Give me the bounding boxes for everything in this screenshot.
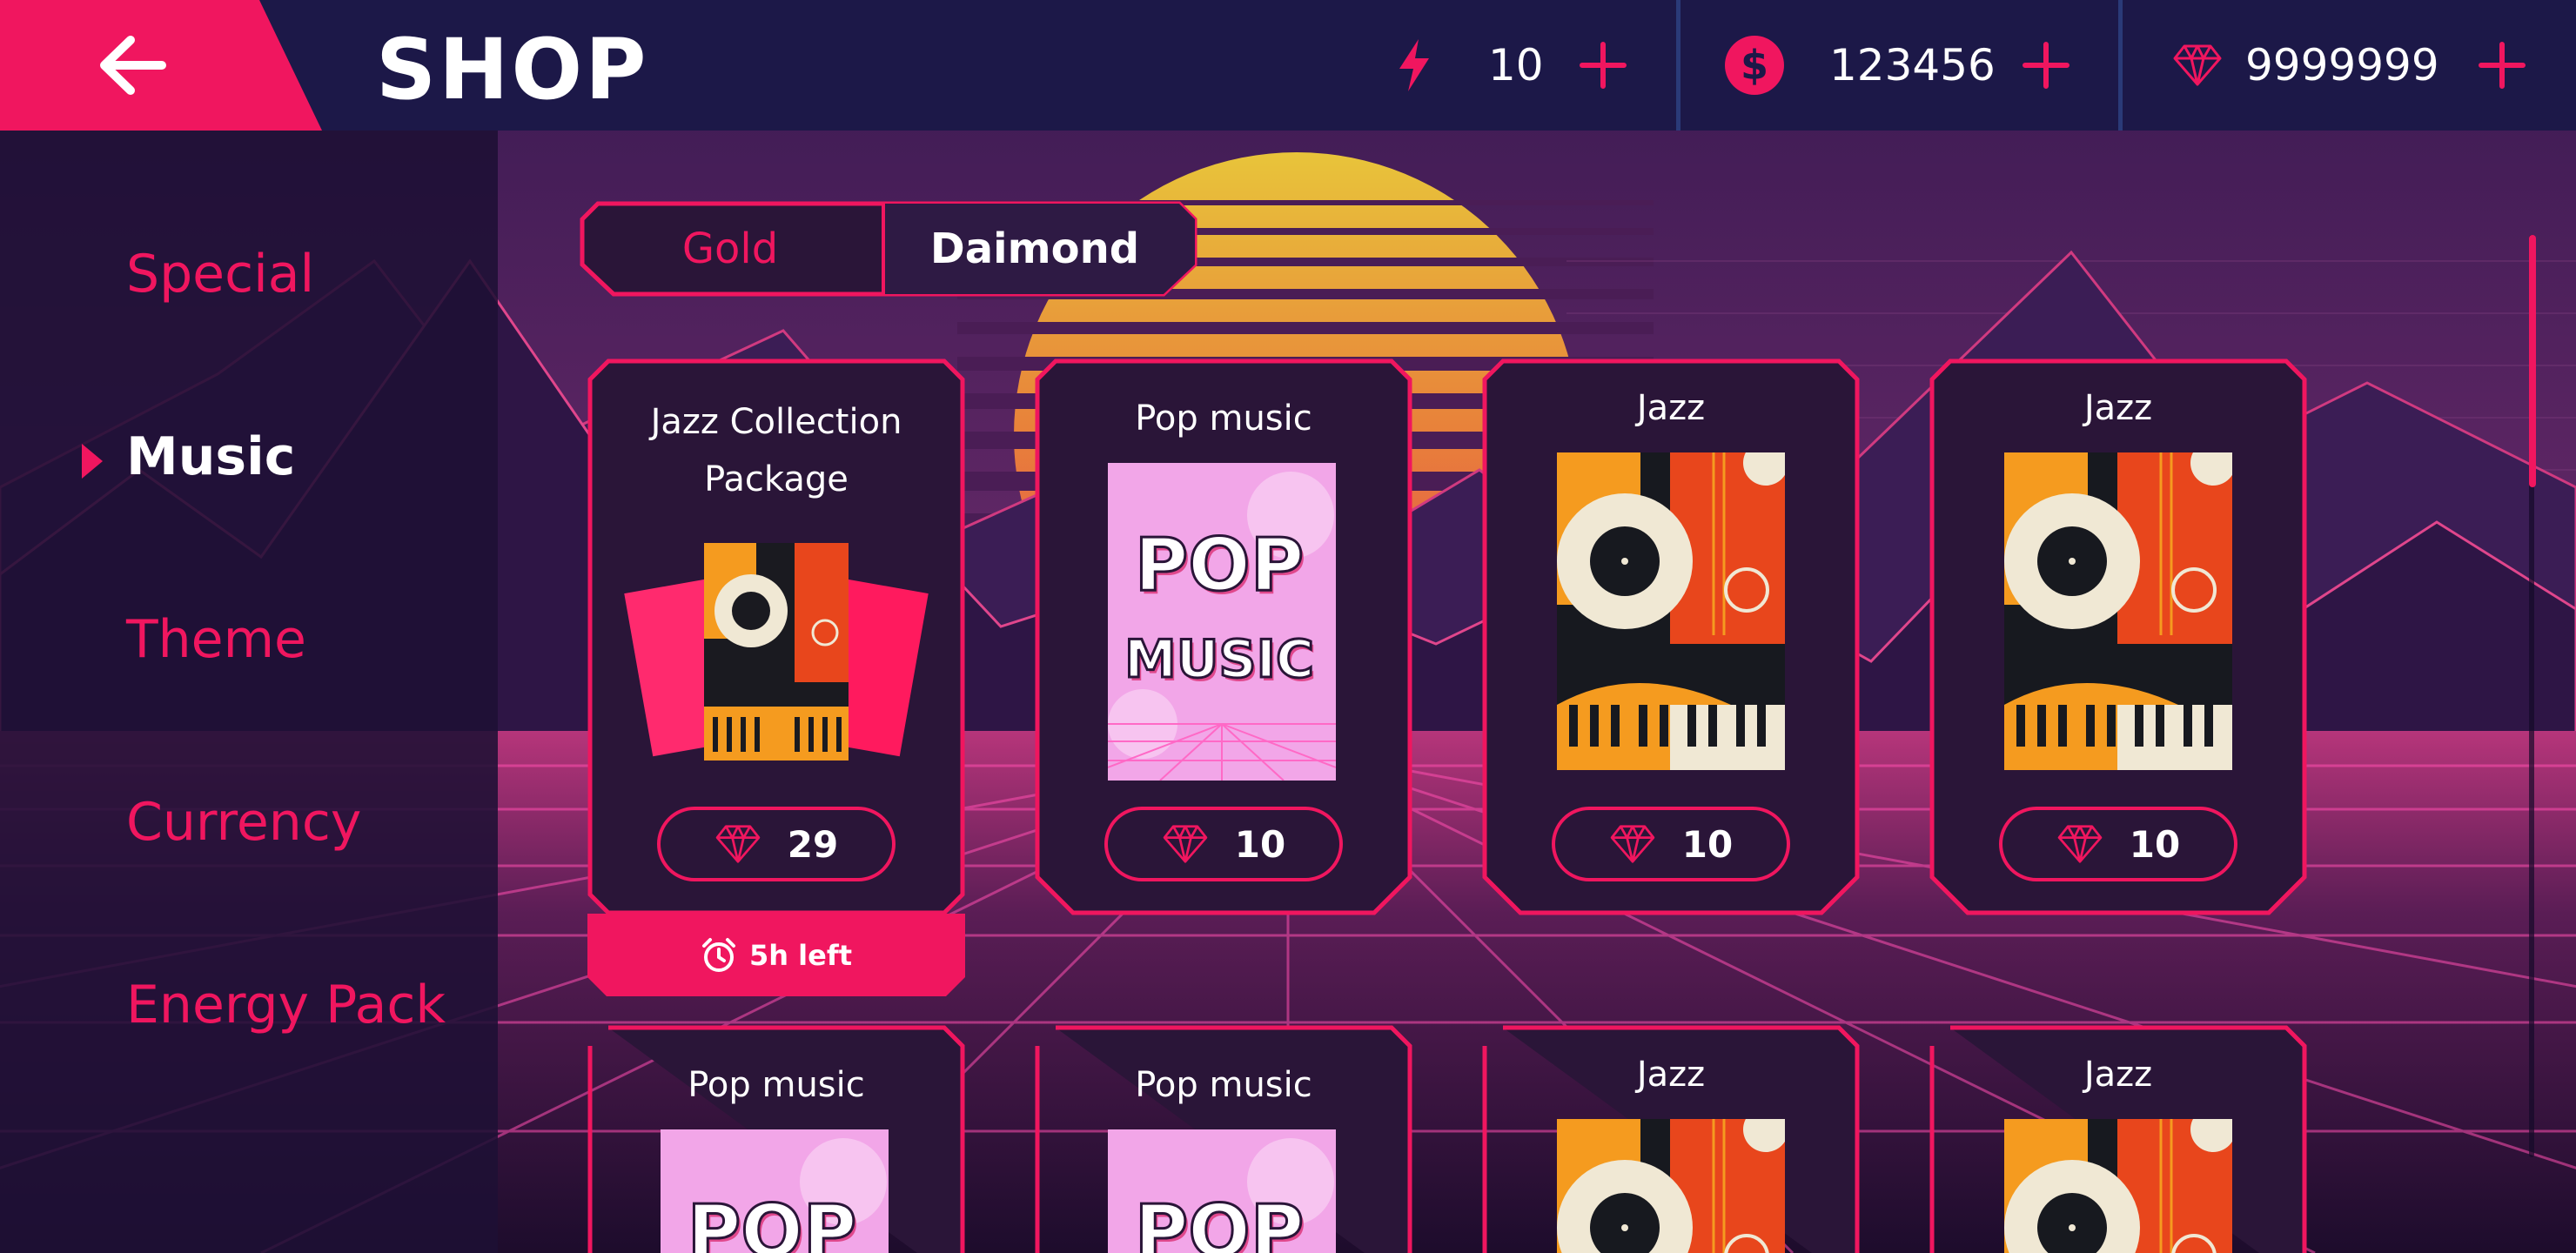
diamond-icon xyxy=(1610,825,1655,863)
back-button[interactable] xyxy=(0,0,322,131)
sidebar-item-theme[interactable]: Theme xyxy=(126,609,306,670)
product-title: Jazz xyxy=(2083,1055,2153,1095)
product-title: Pop music xyxy=(688,1065,865,1105)
sidebar-item-special[interactable]: Special xyxy=(126,244,314,305)
product-title: Jazz xyxy=(1636,388,1706,428)
header-divider xyxy=(2118,0,2123,131)
tab-gold[interactable]: Gold xyxy=(579,200,882,298)
page-title: SHOP xyxy=(376,21,649,118)
energy-counter: 10 xyxy=(1392,0,1627,131)
jazz-package-art xyxy=(624,543,929,761)
energy-value: 10 xyxy=(1488,40,1544,90)
diamond-icon xyxy=(2057,825,2103,863)
time-left-badge: 5h left xyxy=(587,914,965,996)
price-button[interactable]: 10 xyxy=(1104,807,1343,881)
time-left-label: 5h left xyxy=(748,938,853,972)
svg-text:POP: POP xyxy=(688,1189,857,1253)
svg-text:POP: POP xyxy=(1135,522,1305,607)
product-title: Jazz Collection Package xyxy=(650,402,902,499)
tab-diamond[interactable]: Daimond xyxy=(883,200,1186,298)
diamond-counter: 9999999 xyxy=(2172,0,2526,131)
diamond-icon xyxy=(715,825,761,863)
diamond-value: 9999999 xyxy=(2245,40,2439,90)
sidebar-item-energy-pack[interactable]: Energy Pack xyxy=(126,975,446,1035)
lightning-icon xyxy=(1399,39,1429,91)
coin-counter: $ 123456 xyxy=(1723,0,2070,131)
diamond-icon xyxy=(2173,44,2222,86)
price-value: 10 xyxy=(1681,822,1734,866)
category-sidebar: Special Music Theme Currency Energy Pack xyxy=(0,131,498,1253)
top-bar: SHOP 10 $ 123456 9999999 xyxy=(0,0,2576,131)
arrow-left-icon xyxy=(100,36,166,95)
currency-tabs: Gold Daimond xyxy=(579,200,1231,298)
product-card[interactable]: Jazz xyxy=(1929,1025,2307,1253)
product-card[interactable]: Jazz Collection Package 29 xyxy=(587,358,965,915)
product-title: Jazz xyxy=(1636,1055,1706,1095)
diamond-icon xyxy=(1163,825,1208,863)
price-value: 10 xyxy=(2129,822,2181,866)
product-card[interactable]: Jazz 10 xyxy=(1929,358,2307,915)
svg-text:POP: POP xyxy=(1135,1189,1305,1253)
product-card[interactable]: Jazz 10 xyxy=(1482,358,1860,915)
selected-marker-icon xyxy=(82,444,103,479)
product-card[interactable]: Pop music POP POP xyxy=(1035,1025,1412,1253)
svg-text:MUSIC: MUSIC xyxy=(1124,629,1314,690)
header-divider xyxy=(1676,0,1680,131)
scrollbar-thumb[interactable] xyxy=(2529,235,2536,487)
alarm-clock-icon xyxy=(701,937,737,974)
pop-music-art: POP POP xyxy=(661,1129,889,1253)
sidebar-item-currency[interactable]: Currency xyxy=(126,792,361,853)
price-button[interactable]: 10 xyxy=(1552,807,1790,881)
price-button[interactable]: 10 xyxy=(1999,807,2237,881)
pop-music-art: POP POP xyxy=(1108,1129,1336,1253)
price-value: 29 xyxy=(787,822,839,866)
jazz-art xyxy=(2004,1119,2232,1253)
jazz-art xyxy=(2004,452,2232,770)
product-card[interactable]: Pop music POP POP xyxy=(587,1025,965,1253)
svg-text:$: $ xyxy=(1741,42,1768,89)
price-button[interactable]: 29 xyxy=(657,807,896,881)
dollar-coin-icon: $ xyxy=(1725,36,1784,95)
jazz-art xyxy=(1557,452,1785,770)
product-title: Pop music xyxy=(1135,399,1312,439)
product-card[interactable]: Jazz xyxy=(1482,1025,1860,1253)
price-value: 10 xyxy=(1234,822,1286,866)
add-diamonds-button[interactable] xyxy=(2478,41,2526,90)
coin-value: 123456 xyxy=(1829,40,1996,90)
add-coins-button[interactable] xyxy=(2022,41,2070,90)
add-energy-button[interactable] xyxy=(1579,41,1627,90)
jazz-art xyxy=(1557,1119,1785,1253)
product-title: Jazz xyxy=(2083,388,2153,428)
sidebar-item-music[interactable]: Music xyxy=(126,426,295,487)
product-title: Pop music xyxy=(1135,1065,1312,1105)
product-card[interactable]: Pop music POP POP MUSIC MUSIC 10 xyxy=(1035,358,1412,915)
pop-music-art: POP POP MUSIC MUSIC xyxy=(1108,463,1336,781)
